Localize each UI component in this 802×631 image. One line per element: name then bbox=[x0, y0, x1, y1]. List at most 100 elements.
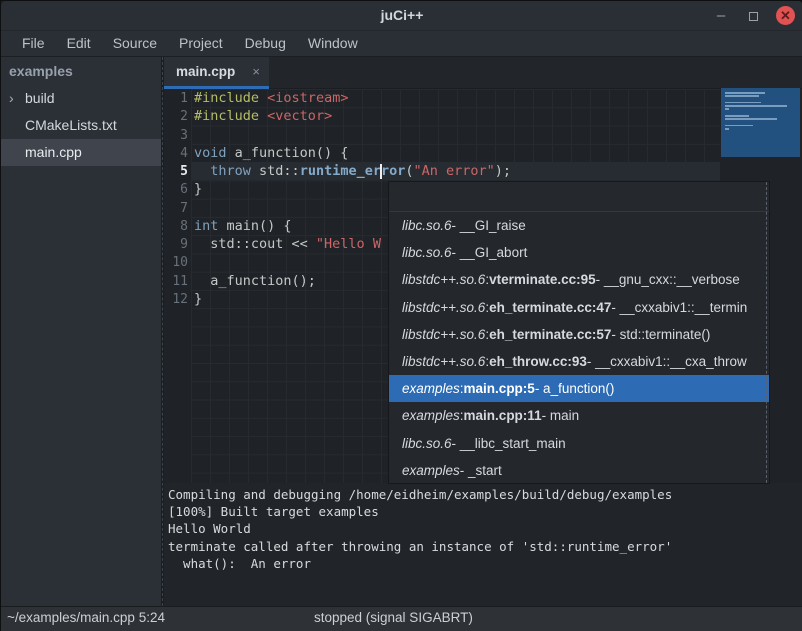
stack-frame-item[interactable]: examples:main.cpp:11 - main bbox=[389, 402, 769, 429]
frame-function: - __GI_abort bbox=[452, 245, 528, 260]
frame-library: libstdc++.so.6 bbox=[402, 327, 485, 342]
tab-main-cpp[interactable]: main.cpp× bbox=[164, 57, 269, 89]
frame-library: libc.so.6 bbox=[402, 218, 452, 233]
frame-function: - __cxxabiv1::__termin bbox=[611, 300, 747, 315]
menu-debug[interactable]: Debug bbox=[234, 31, 297, 57]
menu-bar: FileEditSourceProjectDebugWindow bbox=[1, 31, 802, 57]
expand-chevron-icon[interactable]: › bbox=[9, 85, 14, 112]
close-button[interactable]: ✕ bbox=[776, 6, 795, 25]
frame-function: - __cxxabiv1::__cxa_throw bbox=[587, 354, 747, 369]
stack-frame-item[interactable]: libstdc++.so.6:vterminate.cc:95 - __gnu_… bbox=[389, 266, 769, 293]
frame-function: - main bbox=[542, 408, 580, 423]
code-token: throw bbox=[210, 163, 251, 179]
minimap-code-line bbox=[725, 118, 777, 120]
popup-scrollbar[interactable] bbox=[766, 182, 767, 483]
stack-frame-item[interactable]: libstdc++.so.6:eh_terminate.cc:57 - std:… bbox=[389, 321, 769, 348]
code-token: "An error" bbox=[414, 163, 495, 179]
frame-library: libc.so.6 bbox=[402, 245, 452, 260]
line-number: 10 bbox=[164, 254, 188, 272]
stack-frame-item[interactable]: libstdc++.so.6:eh_terminate.cc:47 - __cx… bbox=[389, 294, 769, 321]
code-token bbox=[194, 163, 210, 179]
tree-item-cmakelists-txt[interactable]: CMakeLists.txt bbox=[1, 112, 161, 139]
line-number: 5 bbox=[164, 163, 188, 181]
menu-project[interactable]: Project bbox=[168, 31, 234, 57]
code-token: a_function(); bbox=[194, 273, 316, 289]
tree-item-main-cpp[interactable]: main.cpp bbox=[1, 139, 161, 166]
minimap-code-line bbox=[725, 115, 749, 117]
minimap-code-line bbox=[725, 102, 761, 104]
code-token: } bbox=[194, 181, 202, 197]
frame-file-line: eh_throw.cc:93 bbox=[489, 354, 587, 369]
code-token: #include bbox=[194, 108, 259, 124]
code-line-3[interactable]: 3 bbox=[164, 126, 802, 144]
stack-frame-item[interactable]: libc.so.6 - __GI_abort bbox=[389, 239, 769, 266]
stack-frame-item[interactable]: libc.so.6 - __GI_raise bbox=[389, 212, 769, 239]
line-number: 3 bbox=[164, 127, 188, 145]
code-token bbox=[259, 108, 267, 124]
minimap-code-line bbox=[725, 125, 753, 127]
stack-frame-item[interactable]: examples - _start bbox=[389, 457, 769, 484]
tree-item-label: main.cpp bbox=[25, 144, 82, 160]
code-token: main() { bbox=[218, 218, 291, 234]
overview-minimap[interactable] bbox=[721, 88, 800, 157]
code-token: #include bbox=[194, 90, 259, 106]
code-token: <vector> bbox=[267, 108, 332, 124]
frame-library: libstdc++.so.6 bbox=[402, 300, 485, 315]
line-number: 4 bbox=[164, 145, 188, 163]
code-line-5[interactable]: 5 throw std::runtime_error("An error"); bbox=[164, 162, 802, 180]
frame-function: - _start bbox=[460, 463, 502, 478]
frame-file-line: eh_terminate.cc:57 bbox=[489, 327, 611, 342]
code-line-4[interactable]: 4 void a_function() { bbox=[164, 144, 802, 162]
code-token: std::cout << bbox=[194, 236, 316, 252]
code-token: a_function() { bbox=[227, 145, 349, 161]
line-number: 7 bbox=[164, 200, 188, 218]
terminal-output[interactable]: Compiling and debugging /home/eidheim/ex… bbox=[164, 483, 802, 606]
line-number: 2 bbox=[164, 108, 188, 126]
frame-library: examples bbox=[402, 463, 460, 478]
code-token: std:: bbox=[251, 163, 300, 179]
tab-close-icon[interactable]: × bbox=[252, 57, 260, 87]
app-window: juCi++ – ✕ FileEditSourceProjectDebugWin… bbox=[0, 0, 802, 630]
terminal-text: Compiling and debugging /home/eidheim/ex… bbox=[164, 483, 802, 572]
unmaximize-icon bbox=[749, 12, 758, 21]
menu-source[interactable]: Source bbox=[102, 31, 168, 57]
frame-function: - a_function() bbox=[535, 381, 615, 396]
line-number: 9 bbox=[164, 236, 188, 254]
frame-library: libstdc++.so.6 bbox=[402, 272, 485, 287]
tab-bar: main.cpp× bbox=[164, 57, 802, 89]
minimap-code-line bbox=[725, 92, 765, 94]
minimize-button[interactable]: – bbox=[711, 6, 731, 26]
stack-frame-item[interactable]: examples:main.cpp:5 - a_function() bbox=[389, 375, 769, 402]
minimap-code-line bbox=[725, 108, 729, 110]
maximize-button[interactable] bbox=[743, 6, 763, 26]
code-line-1[interactable]: 1#include <iostream> bbox=[164, 89, 802, 107]
stack-frame-list: libc.so.6 - __GI_raiselibc.so.6 - __GI_a… bbox=[389, 212, 769, 484]
window-title: juCi++ bbox=[1, 7, 802, 23]
code-token bbox=[259, 90, 267, 106]
code-token: ror bbox=[381, 163, 405, 179]
code-token: ); bbox=[495, 163, 511, 179]
frame-function: - __libc_start_main bbox=[452, 436, 566, 451]
code-line-2[interactable]: 2 #include <vector> bbox=[164, 107, 802, 125]
project-name: examples bbox=[1, 57, 161, 85]
status-file-position: ~/examples/main.cpp 5:24 bbox=[7, 610, 165, 625]
tree-item-build[interactable]: ›build bbox=[1, 85, 161, 112]
file-tree-panel: examples ›buildCMakeLists.txt main.cpp bbox=[1, 57, 161, 606]
stack-trace-popup: libc.so.6 - __GI_raiselibc.so.6 - __GI_a… bbox=[388, 181, 770, 484]
stack-frame-item[interactable]: libc.so.6 - __libc_start_main bbox=[389, 430, 769, 457]
frame-file-line: vterminate.cc:95 bbox=[489, 272, 596, 287]
menu-file[interactable]: File bbox=[11, 31, 56, 57]
minimap-code-line bbox=[725, 105, 787, 107]
minimap-code-line bbox=[725, 95, 759, 97]
code-token: "Hello W bbox=[316, 236, 381, 252]
code-token: void bbox=[194, 145, 227, 161]
line-number: 12 bbox=[164, 291, 188, 309]
line-number: 8 bbox=[164, 218, 188, 236]
frame-library: libstdc++.so.6 bbox=[402, 354, 485, 369]
menu-edit[interactable]: Edit bbox=[56, 31, 102, 57]
frame-library: libc.so.6 bbox=[402, 436, 452, 451]
line-number: 1 bbox=[164, 90, 188, 108]
stack-frame-item[interactable]: libstdc++.so.6:eh_throw.cc:93 - __cxxabi… bbox=[389, 348, 769, 375]
menu-window[interactable]: Window bbox=[297, 31, 369, 57]
popup-search-entry[interactable] bbox=[389, 182, 769, 212]
